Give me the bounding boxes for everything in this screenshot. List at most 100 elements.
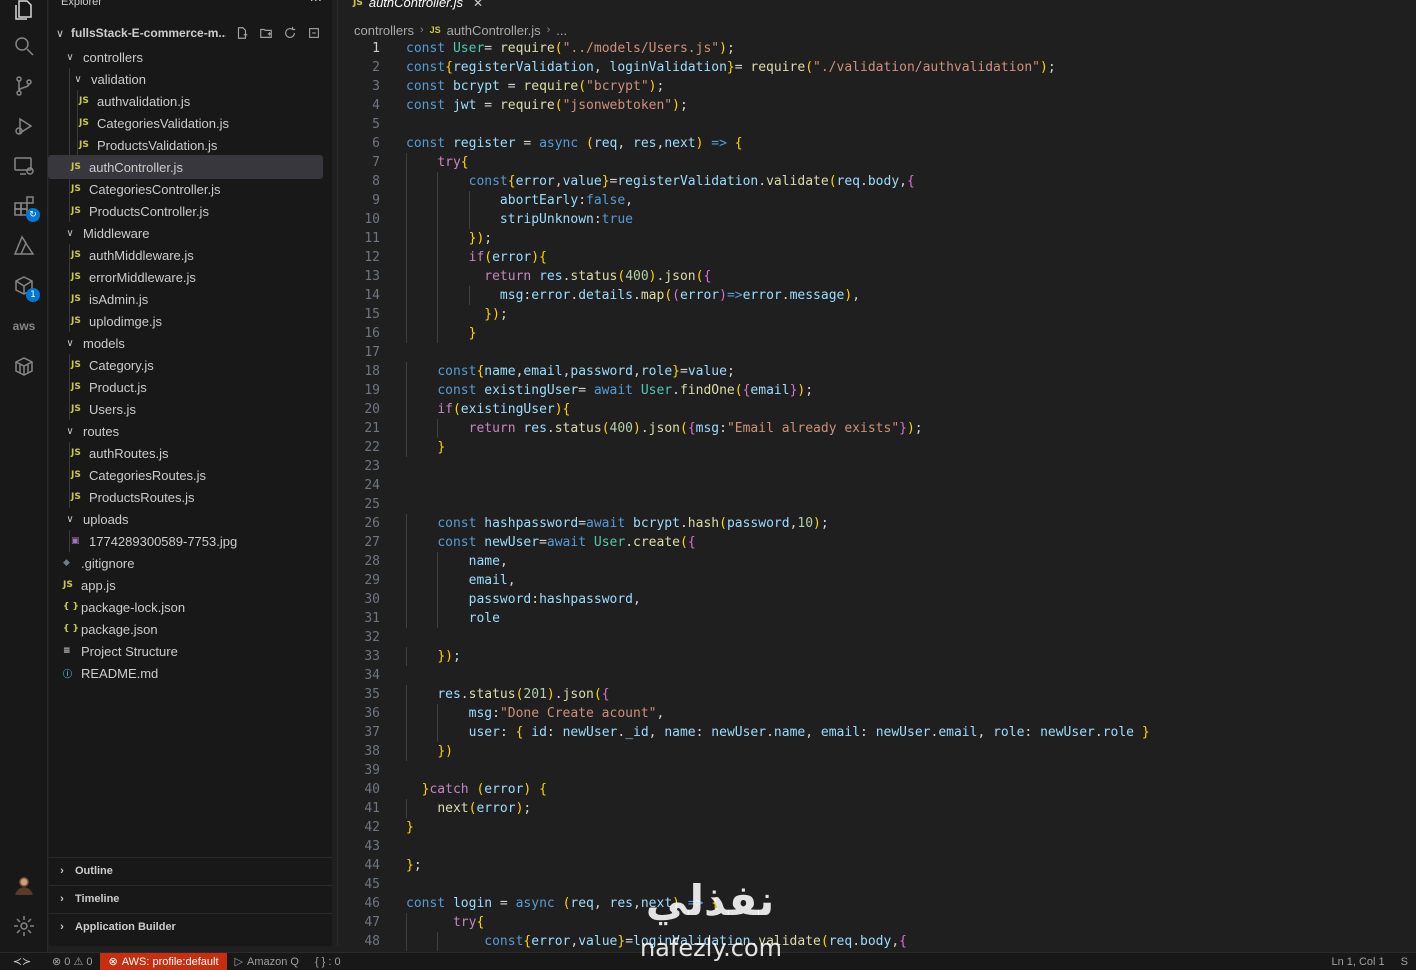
- code-line[interactable]: 48 const{error,value}=loginValidation.va…: [338, 932, 1416, 951]
- code-line[interactable]: 12 if(error){: [338, 248, 1416, 267]
- code-line[interactable]: 9 abortEarly:false,: [338, 191, 1416, 210]
- tree-file[interactable]: JS authvalidation.js: [49, 90, 332, 112]
- code-line[interactable]: 3 const bcrypt = require("bcrypt");: [338, 77, 1416, 96]
- code-line[interactable]: 33 });: [338, 647, 1416, 666]
- tree-folder[interactable]: ∨ uploads: [49, 508, 332, 530]
- breadcrumb-file[interactable]: authController.js: [447, 23, 541, 38]
- breadcrumb-folder[interactable]: controllers: [354, 23, 414, 38]
- code-line[interactable]: 38 }): [338, 742, 1416, 761]
- code-line[interactable]: 19 const existingUser= await User.findOn…: [338, 381, 1416, 400]
- workspace-header[interactable]: ∨ fullsStack-E-commerce-m...: [49, 22, 332, 44]
- tree-file[interactable]: JS ProductsController.js: [49, 200, 332, 222]
- code-line[interactable]: 2 const{registerValidation, loginValidati…: [338, 58, 1416, 77]
- breadcrumb-symbol[interactable]: ...: [556, 23, 567, 38]
- code-line[interactable]: 26 const hashpassword=await bcrypt.hash(…: [338, 514, 1416, 533]
- code-line[interactable]: 47 try{: [338, 913, 1416, 932]
- code-line[interactable]: 1 const User= require("../models/Users.js…: [338, 39, 1416, 58]
- application-builder-panel-header[interactable]: › Application Builder: [49, 913, 332, 939]
- tree-file[interactable]: JS ProductsRoutes.js: [49, 486, 332, 508]
- problems-indicator[interactable]: ⊗ 0 ⚠ 0: [44, 953, 100, 970]
- tree-file[interactable]: JS ProductsValidation.js: [49, 134, 332, 156]
- tree-file[interactable]: JS CategoriesValidation.js: [49, 112, 332, 134]
- azure-icon[interactable]: [10, 232, 38, 260]
- code-line[interactable]: 42}: [338, 818, 1416, 837]
- search-icon[interactable]: [10, 32, 38, 60]
- code-line[interactable]: 32: [338, 628, 1416, 647]
- code-line[interactable]: 25: [338, 495, 1416, 514]
- code-line[interactable]: 40 }catch (error) {: [338, 780, 1416, 799]
- tree-file[interactable]: JS authController.js: [48, 155, 323, 179]
- tree-file[interactable]: JS Users.js: [49, 398, 332, 420]
- code-line[interactable]: 29 email,: [338, 571, 1416, 590]
- tree-file[interactable]: JS errorMiddleware.js: [49, 266, 332, 288]
- tree-file[interactable]: { } package.json: [49, 618, 332, 640]
- tree-folder[interactable]: ∨ models: [49, 332, 332, 354]
- aws-icon[interactable]: aws: [10, 312, 38, 340]
- tree-file[interactable]: ◆ .gitignore: [49, 552, 332, 574]
- code-line[interactable]: 44};: [338, 856, 1416, 875]
- code-line[interactable]: 46 const login = async (req, res,next) =>…: [338, 894, 1416, 913]
- code-line[interactable]: 21 return res.status(400).json({msg:"Ema…: [338, 419, 1416, 438]
- code-line[interactable]: 13 return res.status(400).json({: [338, 267, 1416, 286]
- timeline-panel-header[interactable]: › Timeline: [49, 885, 332, 911]
- tree-file[interactable]: JS app.js: [49, 574, 332, 596]
- tree-file[interactable]: JS authRoutes.js: [49, 442, 332, 464]
- code-line[interactable]: 23: [338, 457, 1416, 476]
- code-area[interactable]: 1 const User= require("../models/Users.js…: [338, 39, 1416, 951]
- code-line[interactable]: 10 stripUnknown:true: [338, 210, 1416, 229]
- code-line[interactable]: 16 }: [338, 324, 1416, 343]
- run-debug-icon[interactable]: [10, 112, 38, 140]
- code-line[interactable]: 39: [338, 761, 1416, 780]
- code-line[interactable]: 20 if(existingUser){: [338, 400, 1416, 419]
- tree-file[interactable]: JS CategoriesRoutes.js: [49, 464, 332, 486]
- tree-file[interactable]: JS CategoriesController.js: [49, 178, 332, 200]
- remote-explorer-icon[interactable]: [10, 152, 38, 180]
- code-line[interactable]: 5: [338, 115, 1416, 134]
- code-line[interactable]: 34: [338, 666, 1416, 685]
- tree-file[interactable]: JS Product.js: [49, 376, 332, 398]
- tree-folder[interactable]: ∨ controllers: [49, 46, 332, 68]
- code-line[interactable]: 17: [338, 343, 1416, 362]
- code-line[interactable]: 11 });: [338, 229, 1416, 248]
- braces-indicator[interactable]: { } : 0: [307, 953, 349, 970]
- tree-file[interactable]: ≡ Project Structure: [49, 640, 332, 662]
- code-line[interactable]: 18 const{name,email,password,role}=value…: [338, 362, 1416, 381]
- code-line[interactable]: 36 msg:"Done Create acount",: [338, 704, 1416, 723]
- tree-folder[interactable]: ∨ Middleware: [49, 222, 332, 244]
- code-line[interactable]: 7 try{: [338, 153, 1416, 172]
- database-icon[interactable]: [10, 352, 38, 380]
- settings-gear-icon[interactable]: [10, 912, 38, 940]
- code-line[interactable]: 15 });: [338, 305, 1416, 324]
- tree-file[interactable]: JS uplodimge.js: [49, 310, 332, 332]
- code-line[interactable]: 30 password:hashpassword,: [338, 590, 1416, 609]
- editor-tab[interactable]: JS authController.js ✕: [343, 0, 494, 12]
- extensions-icon[interactable]: ↻: [10, 192, 40, 222]
- tree-file[interactable]: JS isAdmin.js: [49, 288, 332, 310]
- code-line[interactable]: 37 user: { id: newUser._id, name: newUse…: [338, 723, 1416, 742]
- aws-profile-indicator[interactable]: ⊗ AWS: profile:default: [100, 952, 227, 970]
- code-line[interactable]: 14 msg:error.details.map((error)=>error.…: [338, 286, 1416, 305]
- tree-file[interactable]: JS authMiddleware.js: [49, 244, 332, 266]
- close-icon[interactable]: ✕: [473, 0, 483, 10]
- indentation-indicator[interactable]: S: [1393, 953, 1416, 970]
- code-line[interactable]: 45: [338, 875, 1416, 894]
- code-line[interactable]: 28 name,: [338, 552, 1416, 571]
- explorer-icon[interactable]: [10, 0, 38, 24]
- code-line[interactable]: 24: [338, 476, 1416, 495]
- code-line[interactable]: 43: [338, 837, 1416, 856]
- code-line[interactable]: 27 const newUser=await User.create({: [338, 533, 1416, 552]
- tree-file[interactable]: ⓘ README.md: [49, 662, 332, 684]
- code-line[interactable]: 4 const jwt = require("jsonwebtoken");: [338, 96, 1416, 115]
- source-control-icon[interactable]: [10, 72, 38, 100]
- cursor-position[interactable]: Ln 1, Col 1: [1323, 953, 1392, 970]
- outline-panel-header[interactable]: › Outline: [49, 857, 332, 883]
- code-line[interactable]: 31 role: [338, 609, 1416, 628]
- code-line[interactable]: 8 const{error,value}=registerValidation.…: [338, 172, 1416, 191]
- containers-icon[interactable]: 1: [10, 272, 40, 302]
- code-line[interactable]: 35 res.status(201).json({: [338, 685, 1416, 704]
- tree-folder[interactable]: ∨ routes: [49, 420, 332, 442]
- amazon-q-indicator[interactable]: ▷ Amazon Q: [227, 953, 307, 970]
- tree-file[interactable]: JS Category.js: [49, 354, 332, 376]
- tree-file[interactable]: ▣ 1774289300589-7753.jpg: [49, 530, 332, 552]
- code-line[interactable]: 6 const register = async (req, res,next) …: [338, 134, 1416, 153]
